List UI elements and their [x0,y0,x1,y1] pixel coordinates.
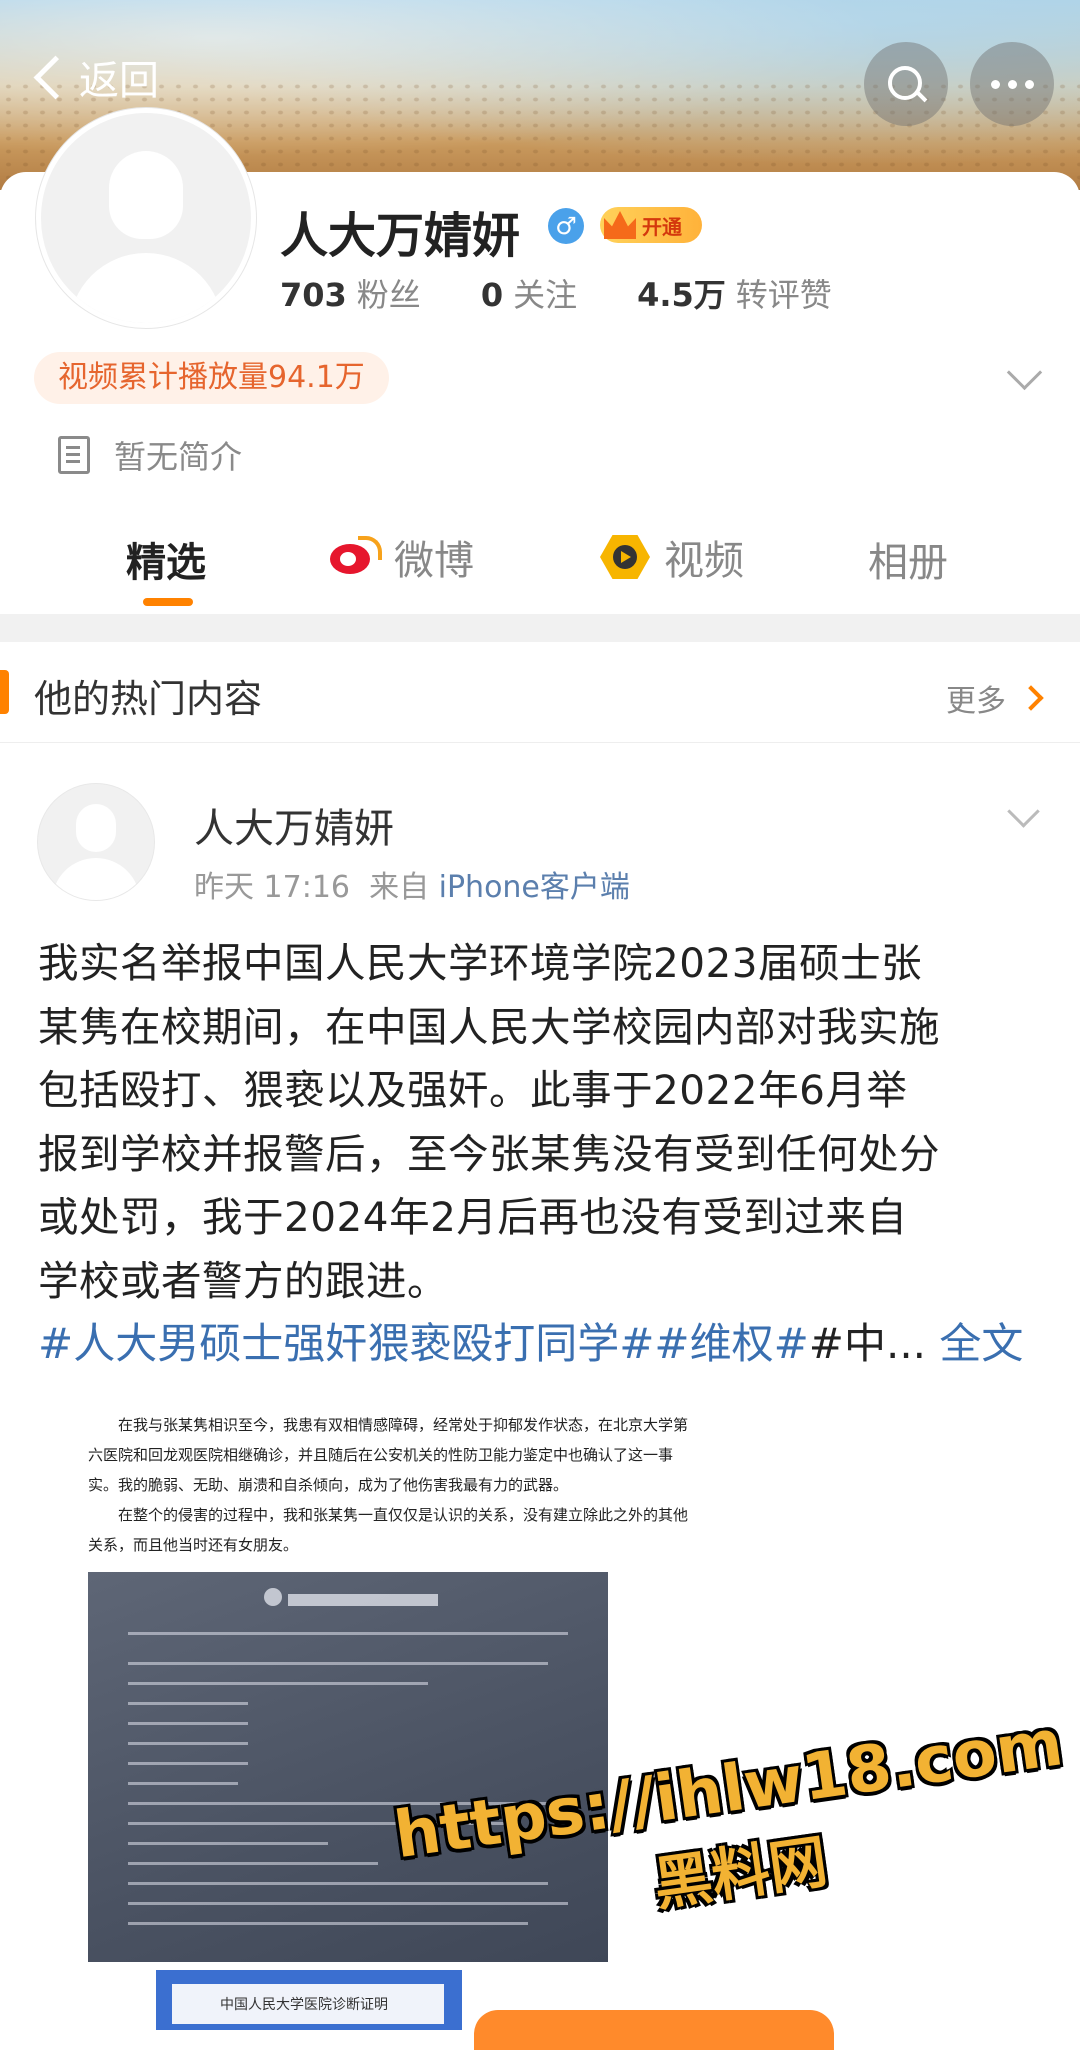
male-gender-icon: ♂ [548,208,584,244]
post-hashtags: #人大男硕士强奸猥亵殴打同学##维权##中... 全文 [38,1310,1023,1371]
intro-text: 暂无简介 [114,438,243,476]
tab-weibo[interactable]: 微博 [330,528,474,586]
tab-album[interactable]: 相册 [868,530,948,588]
section-accent-bar [0,670,9,714]
post-body[interactable]: 我实名举报中国人民大学环境学院2023届硕士张 某隽在校期间，在中国人民大学校园… [38,932,1048,1313]
image-paragraph: 在整个的侵害的过程中，我和张某隽一直仅仅是认识的关系，没有建立除此之外的其他关系… [88,1506,689,1554]
hashtag-tail: #中... [808,1319,927,1368]
vip-open-badge[interactable]: 开通 [600,207,702,243]
stat-followers-value: 703 [280,276,347,314]
more-options-button[interactable] [970,42,1054,126]
tab-featured[interactable]: 精选 [126,530,206,588]
search-icon [886,64,928,104]
tab-album-label: 相册 [868,540,948,586]
profile-name: 人大万婧妍 [280,208,521,264]
diagnosis-caption: 中国人民大学医院诊断证明 [220,1997,388,2013]
profile-stats: 703 粉丝 0 关注 4.5万 转评赞 [280,270,892,316]
document-icon [58,436,90,474]
post-time: 昨天 17:16 [194,870,350,905]
search-button[interactable] [864,42,948,126]
more-icon [990,79,1034,89]
post-line: 报到学校并报警后，至今张某隽没有受到任何处分 [38,1129,940,1178]
chevron-left-icon [33,55,78,99]
hashtag-link[interactable]: #人大男硕士强奸猥亵殴打同学##维权# [38,1319,809,1368]
stat-followers[interactable]: 703 粉丝 [280,270,421,316]
section-divider [0,614,1080,642]
post-source[interactable]: iPhone客户端 [439,870,630,905]
post-line: 学校或者警方的跟进。 [38,1256,448,1305]
post-meta: 昨天 17:16 来自 iPhone客户端 [194,862,630,906]
stat-following-label: 关注 [513,276,578,314]
image-paragraph: 在我与张某隽相识至今，我患有双相情感障碍，经常处于抑郁发作状态，在北京大学第六医… [88,1416,689,1494]
stat-interactions-label: 转评赞 [735,276,832,314]
more-label: 更多 [946,684,1006,719]
diagnosis-certificate-photo: 中国人民大学医院诊断证明 [156,1970,462,2030]
profile-tabs: 精选 微博 视频 相册 [0,520,1080,608]
chevron-right-icon [1018,685,1044,711]
crown-icon [604,211,636,239]
full-text-link[interactable]: 全文 [939,1319,1023,1368]
video-play-count-badge: 视频累计播放量94.1万 [34,352,389,404]
tab-video-label: 视频 [664,538,744,584]
post-source-prefix: 来自 [369,870,430,905]
profile-intro: 暂无简介 [58,432,242,478]
post-author-name[interactable]: 人大万婧妍 [194,796,394,854]
weibo-icon [330,536,382,578]
post-line: 某隽在校期间，在中国人民大学校园内部对我实施 [38,1002,940,1051]
hot-content-header: 他的热门内容 更多 [0,642,1080,743]
stat-followers-label: 粉丝 [356,276,421,314]
back-button[interactable]: 返回 [28,48,159,106]
tab-video[interactable]: 视频 [600,528,744,586]
post-line: 包括殴打、猥亵以及强奸。此事于2022年6月举 [38,1066,908,1114]
tab-featured-label: 精选 [126,540,206,586]
stat-following-value: 0 [480,276,504,314]
back-label: 返回 [79,58,159,104]
tab-weibo-label: 微博 [394,538,474,584]
vip-label: 开通 [642,214,682,239]
post-author-avatar[interactable] [38,784,154,900]
bottom-follow-button[interactable] [474,2010,834,2050]
video-icon [600,535,650,579]
active-tab-indicator [143,598,193,606]
stat-interactions-value: 4.5万 [637,276,726,314]
post-line: 我实名举报中国人民大学环境学院2023届硕士张 [38,939,923,987]
more-link[interactable]: 更多 [946,676,1044,720]
hot-content-title: 他的热门内容 [34,677,263,721]
post-options-chevron-icon[interactable] [1007,795,1040,828]
post-line: 或处罚，我于2024年2月后再也没有受到过来自 [38,1193,908,1241]
stat-interactions[interactable]: 4.5万 转评赞 [637,270,832,316]
profile-avatar[interactable] [36,108,256,328]
stat-following[interactable]: 0 关注 [481,270,577,316]
